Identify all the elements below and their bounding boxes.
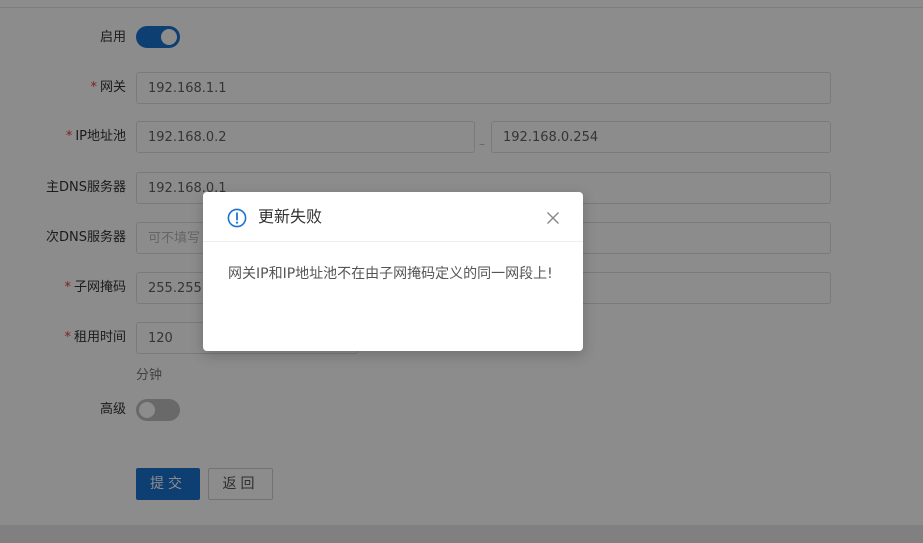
dialog-title: 更新失败 (258, 207, 323, 226)
info-circle-icon (227, 208, 247, 228)
dialog-header: 更新失败 (203, 192, 583, 242)
dialog-message: 网关IP和IP地址池不在由子网掩码定义的同一网段上! (228, 266, 553, 282)
error-dialog: 更新失败 网关IP和IP地址池不在由子网掩码定义的同一网段上! (203, 192, 583, 351)
close-icon[interactable] (546, 211, 560, 225)
